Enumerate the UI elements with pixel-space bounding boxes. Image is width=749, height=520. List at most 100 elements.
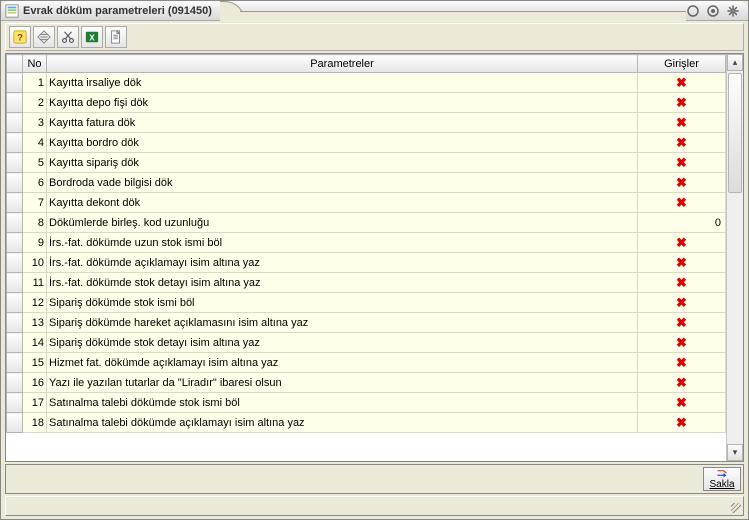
cell-giris[interactable]: ✖ bbox=[638, 233, 726, 253]
grid-header-row: No Parametreler Girişler bbox=[7, 55, 726, 73]
scissors-button[interactable] bbox=[57, 26, 79, 48]
row-selector[interactable] bbox=[7, 413, 23, 433]
x-mark-icon: ✖ bbox=[676, 275, 687, 290]
row-selector[interactable] bbox=[7, 133, 23, 153]
table-row[interactable]: 5Kayıtta sipariş dök ✖ bbox=[7, 153, 726, 173]
save-button[interactable]: Sakla bbox=[703, 467, 741, 491]
x-mark-icon: ✖ bbox=[676, 155, 687, 170]
cell-no: 5 bbox=[23, 153, 47, 173]
cell-giris[interactable]: ✖ bbox=[638, 373, 726, 393]
vertical-scrollbar[interactable]: ▴ ▾ bbox=[726, 54, 743, 461]
cell-giris[interactable]: ✖ bbox=[638, 73, 726, 93]
cell-giris[interactable]: ✖ bbox=[638, 173, 726, 193]
row-selector[interactable] bbox=[7, 173, 23, 193]
cell-no: 4 bbox=[23, 133, 47, 153]
cell-no: 13 bbox=[23, 313, 47, 333]
row-selector[interactable] bbox=[7, 373, 23, 393]
row-selector[interactable] bbox=[7, 213, 23, 233]
x-mark-icon: ✖ bbox=[676, 75, 687, 90]
row-selector[interactable] bbox=[7, 273, 23, 293]
cell-param: Kayıtta bordro dök bbox=[47, 133, 638, 153]
table-row[interactable]: 13Sipariş dökümde hareket açıklamasını i… bbox=[7, 313, 726, 333]
cell-param: İrs.-fat. dökümde açıklamayı isim altına… bbox=[47, 253, 638, 273]
table-row[interactable]: 11İrs.-fat. dökümde stok detayı isim alt… bbox=[7, 273, 726, 293]
row-selector[interactable] bbox=[7, 193, 23, 213]
close-icon[interactable] bbox=[726, 4, 740, 18]
cell-giris[interactable]: ✖ bbox=[638, 193, 726, 213]
scroll-down-icon[interactable]: ▾ bbox=[727, 444, 743, 461]
svg-text:X: X bbox=[89, 34, 95, 43]
row-selector[interactable] bbox=[7, 293, 23, 313]
maximize-icon[interactable] bbox=[706, 4, 720, 18]
row-selector[interactable] bbox=[7, 73, 23, 93]
cell-no: 14 bbox=[23, 333, 47, 353]
app-icon bbox=[5, 4, 19, 18]
col-param[interactable]: Parametreler bbox=[47, 55, 638, 73]
cell-param: Sipariş dökümde hareket açıklamasını isi… bbox=[47, 313, 638, 333]
table-row[interactable]: 10İrs.-fat. dökümde açıklamayı isim altı… bbox=[7, 253, 726, 273]
save-arrow-icon bbox=[716, 468, 728, 478]
col-selector[interactable] bbox=[7, 55, 23, 73]
cell-param: Sipariş dökümde stok ismi böl bbox=[47, 293, 638, 313]
cell-giris[interactable]: ✖ bbox=[638, 113, 726, 133]
table-row[interactable]: 4Kayıtta bordro dök✖ bbox=[7, 133, 726, 153]
cell-giris[interactable]: ✖ bbox=[638, 153, 726, 173]
cell-param: Sipariş dökümde stok detayı isim altına … bbox=[47, 333, 638, 353]
titlebar-arc bbox=[220, 1, 686, 21]
table-row[interactable]: 12Sipariş dökümde stok ismi böl✖ bbox=[7, 293, 726, 313]
cell-giris[interactable]: ✖ bbox=[638, 333, 726, 353]
row-selector[interactable] bbox=[7, 93, 23, 113]
row-selector[interactable] bbox=[7, 153, 23, 173]
cell-giris[interactable]: ✖ bbox=[638, 133, 726, 153]
scroll-track[interactable] bbox=[727, 71, 743, 444]
cell-param: Satınalma talebi dökümde stok ismi böl bbox=[47, 393, 638, 413]
row-selector[interactable] bbox=[7, 393, 23, 413]
col-giris[interactable]: Girişler bbox=[638, 55, 726, 73]
help-button[interactable]: ? bbox=[9, 26, 31, 48]
document-button[interactable] bbox=[105, 26, 127, 48]
table-row[interactable]: 1Kayıtta irsaliye dök✖ bbox=[7, 73, 726, 93]
cell-giris[interactable]: 0 bbox=[638, 213, 726, 233]
scroll-thumb[interactable] bbox=[728, 73, 742, 193]
cell-giris[interactable]: ✖ bbox=[638, 353, 726, 373]
table-row[interactable]: 16Yazı ile yazılan tutarlar da "Liradır"… bbox=[7, 373, 726, 393]
cell-giris[interactable]: ✖ bbox=[638, 273, 726, 293]
cell-giris[interactable]: ✖ bbox=[638, 413, 726, 433]
cell-param: Kayıtta sipariş dök bbox=[47, 153, 638, 173]
parameter-grid[interactable]: No Parametreler Girişler 1Kayıtta irsali… bbox=[6, 54, 726, 433]
cell-giris[interactable]: ✖ bbox=[638, 93, 726, 113]
cell-giris[interactable]: ✖ bbox=[638, 293, 726, 313]
table-row[interactable]: 9İrs.-fat. dökümde uzun stok ismi böl✖ bbox=[7, 233, 726, 253]
table-row[interactable]: 6Bordroda vade bilgisi dök✖ bbox=[7, 173, 726, 193]
excel-button[interactable]: X bbox=[81, 26, 103, 48]
minimize-icon[interactable] bbox=[686, 4, 700, 18]
table-row[interactable]: 18Satınalma talebi dökümde açıklamayı is… bbox=[7, 413, 726, 433]
cell-no: 10 bbox=[23, 253, 47, 273]
cell-giris[interactable]: ✖ bbox=[638, 313, 726, 333]
table-row[interactable]: 14Sipariş dökümde stok detayı isim altın… bbox=[7, 333, 726, 353]
svg-text:?: ? bbox=[17, 33, 23, 44]
row-selector[interactable] bbox=[7, 333, 23, 353]
row-selector[interactable] bbox=[7, 253, 23, 273]
cell-giris[interactable]: ✖ bbox=[638, 393, 726, 413]
diamond-button[interactable] bbox=[33, 26, 55, 48]
cell-giris[interactable]: ✖ bbox=[638, 253, 726, 273]
row-selector[interactable] bbox=[7, 113, 23, 133]
table-row[interactable]: 8Dökümlerde birleş. kod uzunluğu0 bbox=[7, 213, 726, 233]
cell-no: 1 bbox=[23, 73, 47, 93]
table-row[interactable]: 17Satınalma talebi dökümde stok ismi böl… bbox=[7, 393, 726, 413]
table-row[interactable]: 2Kayıtta depo fişi dök✖ bbox=[7, 93, 726, 113]
table-row[interactable]: 7Kayıtta dekont dök ✖ bbox=[7, 193, 726, 213]
row-selector[interactable] bbox=[7, 313, 23, 333]
cell-param: Kayıtta dekont dök bbox=[47, 193, 638, 213]
x-mark-icon: ✖ bbox=[676, 355, 687, 370]
x-mark-icon: ✖ bbox=[676, 195, 687, 210]
row-selector[interactable] bbox=[7, 233, 23, 253]
titlebar[interactable]: Evrak döküm parametreleri (091450) bbox=[1, 1, 748, 21]
table-row[interactable]: 3Kayıtta fatura dök✖ bbox=[7, 113, 726, 133]
scroll-up-icon[interactable]: ▴ bbox=[727, 54, 743, 71]
row-selector[interactable] bbox=[7, 353, 23, 373]
table-row[interactable]: 15Hizmet fat. dökümde açıklamayı isim al… bbox=[7, 353, 726, 373]
col-no[interactable]: No bbox=[23, 55, 47, 73]
cell-no: 7 bbox=[23, 193, 47, 213]
